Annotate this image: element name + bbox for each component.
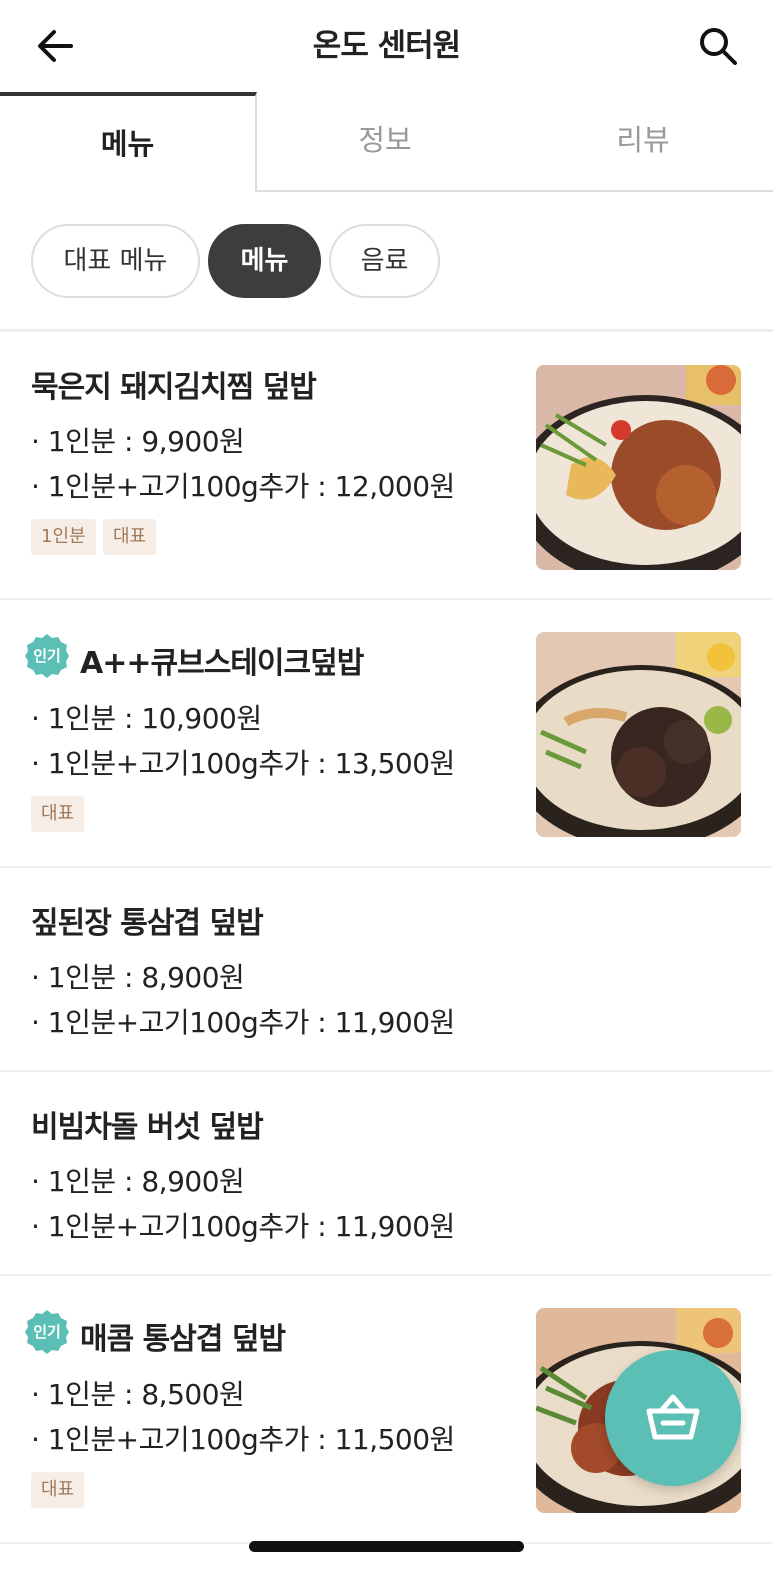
menu-item-price: · 1인분 : 9,900원 (31, 425, 245, 458)
popular-badge-label: 인기 (33, 647, 61, 665)
menu-item-price: · 1인분+고기100g추가 : 11,900원 (31, 1210, 455, 1243)
menu-item-image (536, 365, 741, 570)
tab-bar: 메뉴 정보 리뷰 (0, 92, 773, 192)
menu-item-price: · 1인분 : 8,500원 (31, 1378, 245, 1411)
basket-icon (646, 1394, 700, 1440)
menu-item[interactable]: 비빔차돌 버섯 덮밥 · 1인분 : 8,900원 · 1인분+고기100g추가… (0, 1072, 773, 1276)
search-icon (700, 28, 737, 65)
menu-item-price: · 1인분+고기100g추가 : 11,900원 (31, 1006, 455, 1039)
menu-item-price: · 1인분 : 8,900원 (31, 1165, 245, 1198)
menu-item[interactable]: 인기 A++큐브스테이크덮밥 · 1인분 : 10,900원 · 1인분+고기1… (0, 600, 773, 868)
tag-signature: 대표 (31, 796, 85, 832)
chip-menu[interactable]: 메뉴 (208, 224, 321, 298)
tag-single-serving: 1인분 (31, 519, 96, 555)
tab-reviews[interactable]: 리뷰 (513, 92, 773, 192)
popular-badge-label: 인기 (33, 1323, 61, 1341)
page-title: 온도 센터원 (312, 28, 461, 64)
menu-item-price: · 1인분 : 8,900원 (31, 961, 245, 994)
menu-item-image (536, 632, 741, 837)
search-button[interactable] (692, 22, 744, 70)
chip-drinks[interactable]: 음료 (329, 224, 440, 298)
menu-item-name: 묵은지 돼지김치찜 덮밥 (31, 370, 317, 405)
menu-item-price: · 1인분+고기100g추가 : 11,500원 (31, 1423, 455, 1456)
popular-badge-icon: 인기 (23, 632, 71, 680)
menu-item-price: · 1인분+고기100g추가 : 12,000원 (31, 470, 455, 503)
home-indicator (249, 1541, 524, 1552)
menu-item-price: · 1인분+고기100g추가 : 13,500원 (31, 747, 455, 780)
tag-signature: 대표 (103, 519, 157, 555)
app-header: 온도 센터원 (0, 0, 773, 92)
menu-item-name: 비빔차돌 버섯 덮밥 (31, 1110, 264, 1145)
category-chips: 대표 메뉴 메뉴 음료 (0, 192, 773, 332)
menu-item-name: A++큐브스테이크덮밥 (80, 646, 364, 681)
menu-item-name: 짚된장 통삼겹 덮밥 (31, 906, 264, 941)
tab-info[interactable]: 정보 (257, 92, 513, 192)
tag-signature: 대표 (31, 1472, 85, 1508)
tab-menu[interactable]: 메뉴 (0, 92, 257, 192)
menu-item-price: · 1인분 : 10,900원 (31, 702, 262, 735)
menu-item[interactable]: 묵은지 돼지김치찜 덮밥 · 1인분 : 9,900원 · 1인분+고기100g… (0, 332, 773, 600)
chip-signature-menu[interactable]: 대표 메뉴 (31, 224, 200, 298)
menu-item[interactable]: 짚된장 통삼겹 덮밥 · 1인분 : 8,900원 · 1인분+고기100g추가… (0, 868, 773, 1072)
cart-button[interactable] (605, 1350, 741, 1486)
popular-badge-icon: 인기 (23, 1308, 71, 1356)
menu-item-name: 매콤 통삼겹 덮밥 (80, 1322, 286, 1357)
